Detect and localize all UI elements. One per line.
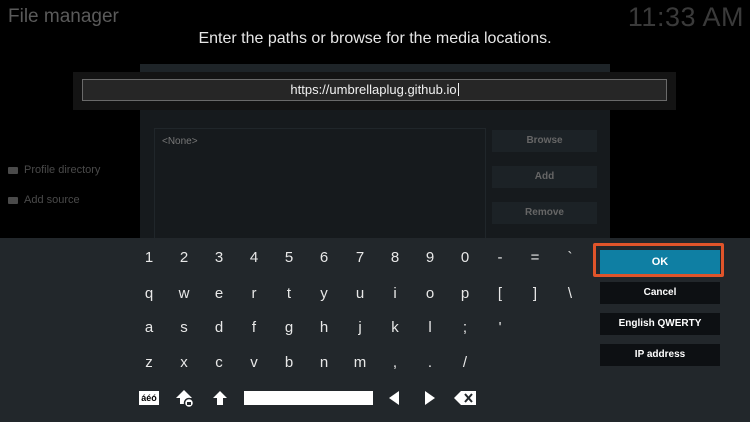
remove-button: Remove xyxy=(492,202,597,224)
key[interactable]: 8 xyxy=(380,246,410,270)
path-input[interactable]: https://umbrellaplug.github.io xyxy=(82,79,667,101)
browse-button: Browse xyxy=(492,130,597,152)
key[interactable]: g xyxy=(274,316,304,340)
key[interactable]: 2 xyxy=(169,246,199,270)
key[interactable]: z xyxy=(134,351,164,375)
key[interactable]: i xyxy=(380,282,410,306)
key[interactable]: 5 xyxy=(274,246,304,270)
symbols-key[interactable]: áéó xyxy=(136,389,162,407)
key[interactable]: w xyxy=(169,282,199,306)
folder-icon xyxy=(8,166,18,174)
key[interactable]: y xyxy=(309,282,339,306)
sidebar-item-profile-directory: Profile directory xyxy=(8,164,100,176)
key[interactable]: / xyxy=(450,351,480,375)
window-title: File manager xyxy=(8,6,119,27)
shift-arrow-icon xyxy=(213,391,227,405)
key[interactable]: t xyxy=(274,282,304,306)
key[interactable]: 1 xyxy=(134,246,164,270)
clock: 11:33 AM xyxy=(627,2,744,32)
left-arrow-icon xyxy=(389,391,399,405)
on-screen-keyboard: 1 2 3 4 5 6 7 8 9 0 - = ` q w e r t y u … xyxy=(0,238,750,422)
cursor-left-key[interactable] xyxy=(385,389,403,407)
symbols-key-label: áéó xyxy=(139,391,159,405)
key[interactable]: x xyxy=(169,351,199,375)
input-container: https://umbrellaplug.github.io xyxy=(73,72,676,110)
text-cursor xyxy=(457,83,459,96)
source-list xyxy=(154,128,486,240)
space-key[interactable] xyxy=(244,391,373,405)
key[interactable]: [ xyxy=(485,282,515,306)
key[interactable]: n xyxy=(309,351,339,375)
shift-key[interactable] xyxy=(209,389,231,407)
key[interactable]: ] xyxy=(520,282,550,306)
key[interactable]: , xyxy=(380,351,410,375)
key[interactable]: u xyxy=(345,282,375,306)
folder-icon xyxy=(8,196,18,204)
key[interactable]: e xyxy=(204,282,234,306)
key[interactable]: p xyxy=(450,282,480,306)
backspace-icon xyxy=(454,391,476,405)
key[interactable]: ' xyxy=(485,316,515,340)
sidebar-item-label: Add source xyxy=(24,194,80,206)
key[interactable]: k xyxy=(380,316,410,340)
add-button: Add xyxy=(492,166,597,188)
key[interactable]: \ xyxy=(555,282,585,306)
key[interactable]: 4 xyxy=(239,246,269,270)
shift-lock-key[interactable] xyxy=(174,388,196,408)
key[interactable]: 9 xyxy=(415,246,445,270)
key[interactable]: 0 xyxy=(450,246,480,270)
key[interactable]: q xyxy=(134,282,164,306)
key[interactable]: - xyxy=(485,246,515,270)
ip-address-button[interactable]: IP address xyxy=(600,344,720,366)
key[interactable]: r xyxy=(239,282,269,306)
backspace-key[interactable] xyxy=(453,389,477,407)
key[interactable]: c xyxy=(204,351,234,375)
prompt-heading: Enter the paths or browse for the media … xyxy=(198,30,552,47)
keyboard-layout-button[interactable]: English QWERTY xyxy=(600,313,720,335)
ok-button[interactable]: OK xyxy=(600,250,720,274)
key[interactable]: . xyxy=(415,351,445,375)
key[interactable]: s xyxy=(169,316,199,340)
key[interactable]: h xyxy=(309,316,339,340)
key[interactable]: = xyxy=(520,246,550,270)
key[interactable]: m xyxy=(345,351,375,375)
key[interactable]: v xyxy=(239,351,269,375)
key[interactable]: o xyxy=(415,282,445,306)
path-input-value: https://umbrellaplug.github.io xyxy=(290,82,457,97)
list-placeholder: <None> xyxy=(162,136,198,147)
key[interactable]: a xyxy=(134,316,164,340)
cancel-button[interactable]: Cancel xyxy=(600,282,720,304)
key[interactable]: d xyxy=(204,316,234,340)
key[interactable]: 6 xyxy=(309,246,339,270)
key[interactable]: ` xyxy=(555,246,585,270)
key[interactable]: j xyxy=(345,316,375,340)
sidebar-item-label: Profile directory xyxy=(24,164,101,176)
key[interactable]: f xyxy=(239,316,269,340)
key[interactable]: 7 xyxy=(345,246,375,270)
key[interactable]: l xyxy=(415,316,445,340)
right-arrow-icon xyxy=(425,391,435,405)
sidebar-item-add-source: Add source xyxy=(8,194,80,206)
shift-lock-icon xyxy=(176,390,195,408)
key[interactable]: ; xyxy=(450,316,480,340)
cursor-right-key[interactable] xyxy=(421,389,439,407)
key[interactable]: 3 xyxy=(204,246,234,270)
key[interactable]: b xyxy=(274,351,304,375)
